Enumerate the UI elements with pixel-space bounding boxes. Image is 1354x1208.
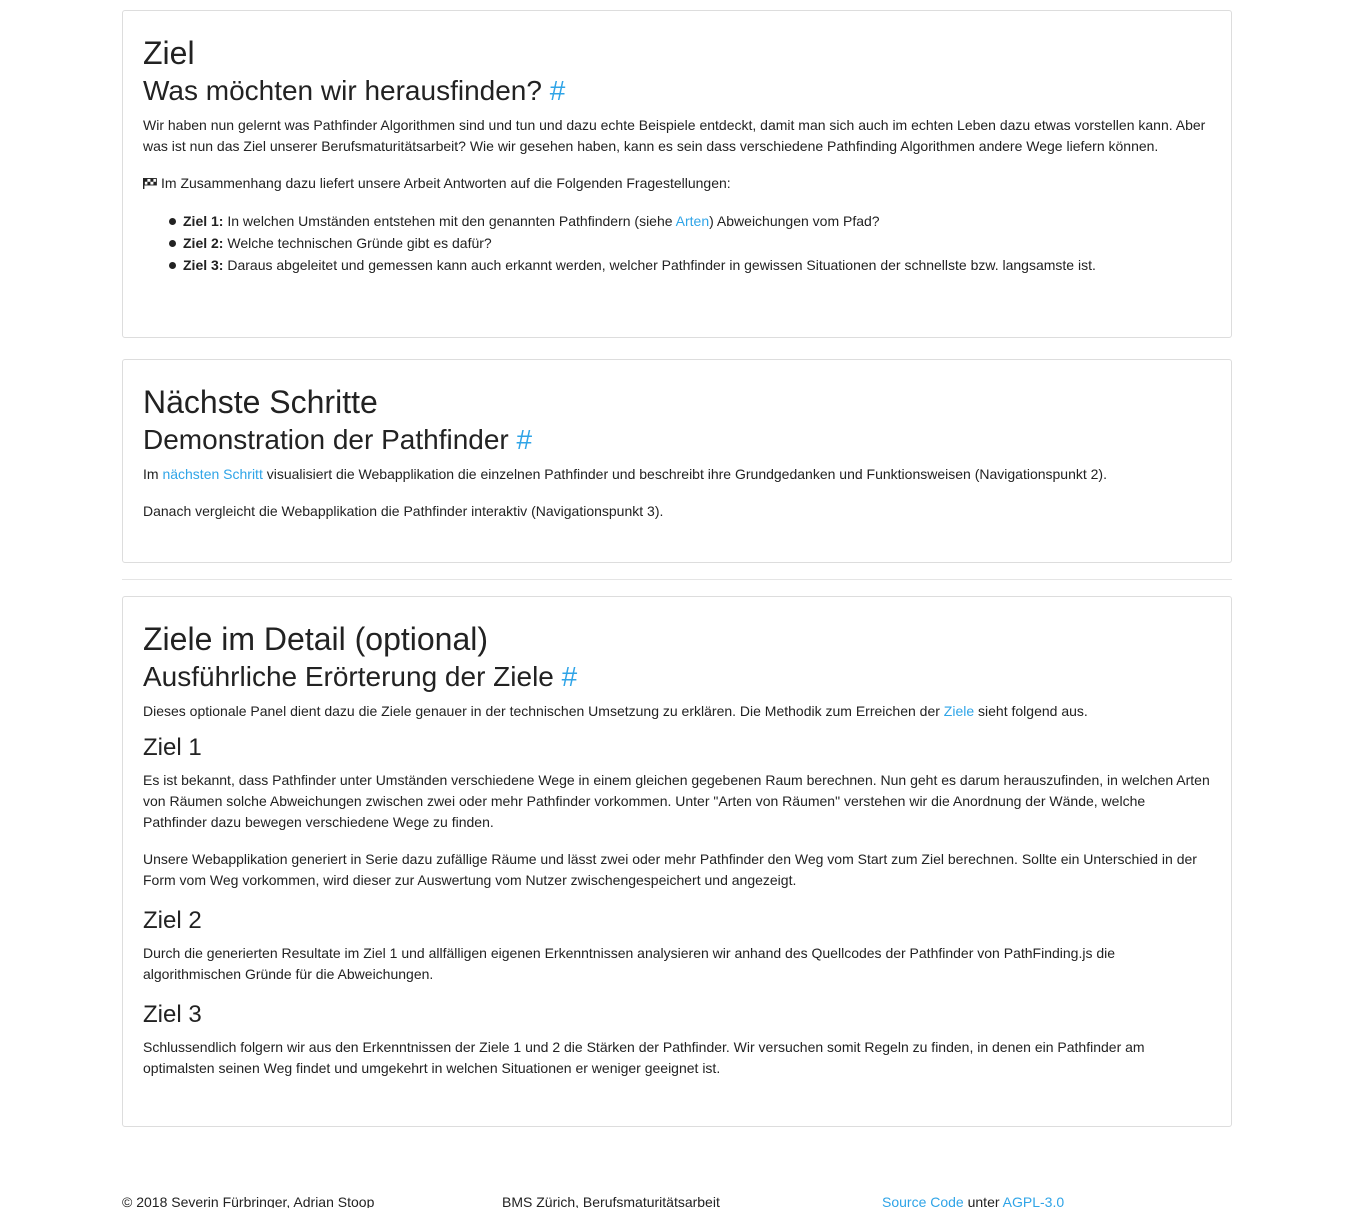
goal2-heading: Ziel 2: [143, 907, 202, 934]
panel-goal-questions-intro: Im Zusammenhang dazu liefert unsere Arbe…: [143, 173, 1211, 194]
panel-goal: Ziel Was möchten wir herausfinden? # Wir…: [122, 10, 1232, 338]
panel-goal-anchor-link[interactable]: #: [550, 75, 566, 106]
footer: © 2018 Severin Fürbringer, Adrian Stoop …: [122, 1148, 1232, 1208]
license-link[interactable]: AGPL-3.0: [1003, 1194, 1064, 1208]
goal2-p1: Durch die generierten Resultate im Ziel …: [143, 945, 1116, 982]
arten-link[interactable]: Arten: [676, 213, 709, 229]
goal-text: ) Abweichungen vom Pfad?: [709, 213, 880, 229]
panel-next-anchor-link[interactable]: #: [517, 424, 533, 455]
intro-text: sieht folgend aus.: [974, 703, 1088, 719]
panel-detail-subtitle-text: Ausführliche Erörterung der Ziele: [143, 661, 554, 692]
footer-school: BMS Zürich, Berufsmaturitätsarbeit: [502, 1194, 720, 1208]
goal1-p1: Es ist bekannt, dass Pathfinder unter Um…: [143, 772, 1210, 830]
list-item: Ziel 1: In welchen Umständen entstehen m…: [169, 210, 1211, 232]
panel-goal-title: Ziel: [143, 35, 195, 71]
panel-next-p1: Im nächsten Schritt visualisiert die Web…: [143, 464, 1211, 485]
bullet-icon: [169, 240, 176, 247]
list-item: Ziel 3: Daraus abgeleitet und gemessen k…: [169, 254, 1211, 276]
goal1-p2: Unsere Webapplikation generiert in Serie…: [143, 851, 1197, 888]
footer-source: Source Code unter AGPL-3.0: [882, 1192, 1064, 1208]
panel-goal-subtitle-text: Was möchten wir herausfinden?: [143, 75, 542, 106]
panel-goal-intro: Wir haben nun gelernt was Pathfinder Alg…: [143, 117, 1206, 154]
p1-text: Im: [143, 466, 163, 482]
ziele-link[interactable]: Ziele: [944, 703, 974, 719]
goal-text: Welche technischen Gründe gibt es dafür?: [223, 235, 492, 251]
panel-goal-subtitle: Was möchten wir herausfinden? #: [143, 75, 1211, 107]
checkered-flag-icon: [143, 178, 157, 189]
panel-detail-title: Ziele im Detail (optional): [143, 621, 489, 657]
goals-list: Ziel 1: In welchen Umständen entstehen m…: [143, 210, 1211, 276]
panel-next-subtitle-text: Demonstration der Pathfinder: [143, 424, 509, 455]
next-step-link[interactable]: nächsten Schritt: [162, 466, 262, 482]
questions-intro-text: Im Zusammenhang dazu liefert unsere Arbe…: [161, 175, 731, 191]
goal-label: Ziel 3:: [183, 257, 224, 273]
goal-text: Daraus abgeleitet und gemessen kann auch…: [223, 257, 1096, 273]
panel-detail-subtitle: Ausführliche Erörterung der Ziele #: [143, 661, 1211, 693]
bullet-icon: [169, 262, 176, 269]
panel-detail-intro: Dieses optionale Panel dient dazu die Zi…: [143, 701, 1211, 722]
goal-label: Ziel 2:: [183, 235, 224, 251]
panel-next-steps: Nächste Schritte Demonstration der Pathf…: [122, 359, 1232, 563]
panel-goals-detail: Ziele im Detail (optional) Ausführliche …: [122, 596, 1232, 1127]
panel-next-title: Nächste Schritte: [143, 384, 378, 420]
panel-next-subtitle: Demonstration der Pathfinder #: [143, 424, 1211, 456]
panel-next-p2: Danach vergleicht die Webapplikation die…: [143, 503, 664, 519]
p1-text: visualisiert die Webapplikation die einz…: [262, 466, 1107, 482]
goal1-heading: Ziel 1: [143, 734, 202, 761]
footer-under-text: unter: [963, 1194, 1003, 1208]
panel-detail-anchor-link[interactable]: #: [562, 661, 578, 692]
source-code-link[interactable]: Source Code: [882, 1194, 964, 1208]
list-item: Ziel 2: Welche technischen Gründe gibt e…: [169, 232, 1211, 254]
goal-text: In welchen Umständen entstehen mit den g…: [223, 213, 676, 229]
goal3-p1: Schlussendlich folgern wir aus den Erken…: [143, 1039, 1145, 1076]
bullet-icon: [169, 218, 176, 225]
goal-label: Ziel 1:: [183, 213, 224, 229]
footer-copyright: © 2018 Severin Fürbringer, Adrian Stoop: [122, 1194, 375, 1208]
goal3-heading: Ziel 3: [143, 1001, 202, 1028]
divider: [122, 579, 1232, 580]
intro-text: Dieses optionale Panel dient dazu die Zi…: [143, 703, 944, 719]
main-container: Ziel Was möchten wir herausfinden? # Wir…: [122, 0, 1232, 1127]
